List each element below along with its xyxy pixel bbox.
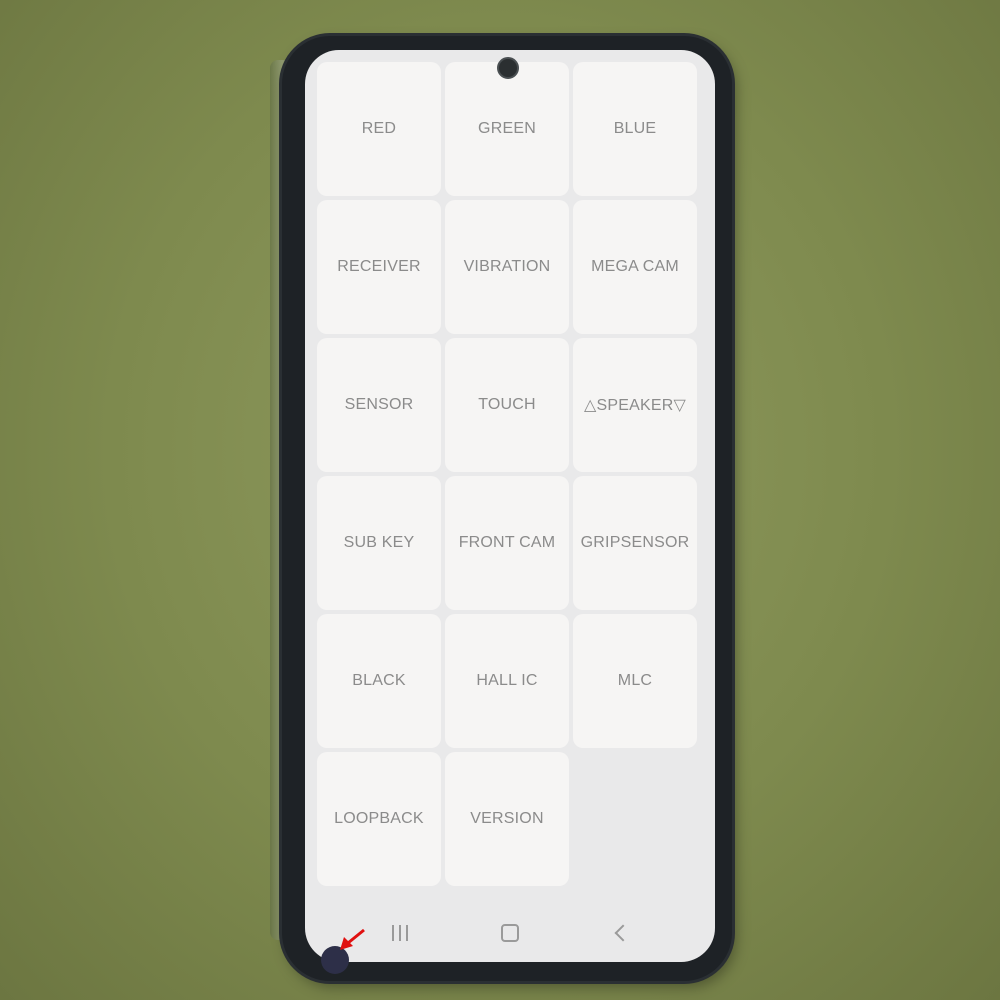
home-icon — [501, 924, 519, 942]
tile-receiver[interactable]: RECEIVER — [317, 200, 441, 334]
recents-button[interactable] — [380, 913, 420, 953]
tile-mlc[interactable]: MLC — [573, 614, 697, 748]
tile-mega-cam[interactable]: MEGA CAM — [573, 200, 697, 334]
navigation-bar — [305, 904, 715, 962]
tile-version[interactable]: VERSION — [445, 752, 569, 886]
back-icon — [614, 924, 632, 942]
test-menu-grid: RED GREEN BLUE RECEIVER VIBRATION MEGA C… — [317, 62, 697, 886]
tile-speaker[interactable]: △SPEAKER▽ — [573, 338, 697, 472]
recents-icon — [392, 925, 408, 941]
red-arrow-annotation-icon — [340, 928, 365, 950]
tile-blue[interactable]: BLUE — [573, 62, 697, 196]
back-button[interactable] — [600, 913, 640, 953]
tile-green[interactable]: GREEN — [445, 62, 569, 196]
tile-gripsensor[interactable]: GRIPSENSOR — [573, 476, 697, 610]
tile-red[interactable]: RED — [317, 62, 441, 196]
tile-touch[interactable]: TOUCH — [445, 338, 569, 472]
tile-black[interactable]: BLACK — [317, 614, 441, 748]
home-button[interactable] — [490, 913, 530, 953]
phone-screen: RED GREEN BLUE RECEIVER VIBRATION MEGA C… — [305, 50, 715, 962]
tile-vibration[interactable]: VIBRATION — [445, 200, 569, 334]
front-camera-punch-hole — [497, 57, 519, 79]
tile-hall-ic[interactable]: HALL IC — [445, 614, 569, 748]
tile-sub-key[interactable]: SUB KEY — [317, 476, 441, 610]
tile-sensor[interactable]: SENSOR — [317, 338, 441, 472]
tile-front-cam[interactable]: FRONT CAM — [445, 476, 569, 610]
tile-loopback[interactable]: LOOPBACK — [317, 752, 441, 886]
